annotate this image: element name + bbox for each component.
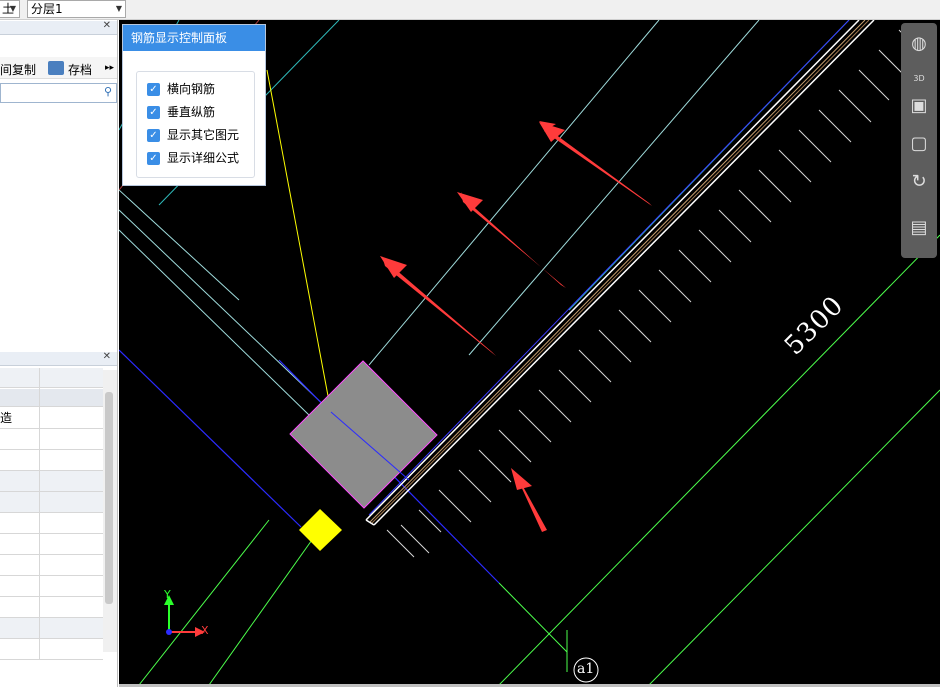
type-select[interactable]: 土 ▼ [0, 0, 20, 18]
property-grid: 造 [0, 368, 117, 668]
control-panel-title: 钢筋显示控制面板 [123, 25, 265, 51]
rebar-display-control-panel: 钢筋显示控制面板 ✓ 横向钢筋 ✓ 垂直纵筋 ✓ 显示其它图元 ✓ 显示详细公式 [122, 24, 266, 186]
table-row[interactable]: 造 [0, 408, 103, 429]
top-toolbar: 土 ▼ 分层1 ▼ [0, 0, 940, 20]
option-show-detailed-formula[interactable]: ✓ 显示详细公式 [147, 150, 239, 166]
table-row[interactable] [0, 471, 103, 492]
grid-header-2 [0, 389, 103, 410]
option-vertical-rebar[interactable]: ✓ 垂直纵筋 [147, 104, 215, 120]
axis-label: a1 [577, 661, 595, 677]
layout-icon[interactable]: ▤ [905, 215, 933, 241]
floor-select-value: 分层1 [31, 2, 63, 16]
column-section [289, 360, 438, 509]
table-row[interactable] [0, 534, 103, 555]
copy-button[interactable]: 间复制 [0, 61, 36, 78]
floor-select[interactable]: 分层1 ▼ [27, 0, 126, 18]
table-row[interactable] [0, 555, 103, 576]
chevron-down-icon: ▼ [9, 4, 16, 13]
grid-scrollbar-thumb[interactable] [105, 392, 113, 604]
table-row[interactable] [0, 576, 103, 597]
table-row[interactable] [0, 429, 103, 450]
rotate-icon[interactable]: ↻ [905, 169, 933, 195]
option-show-other-elements[interactable]: ✓ 显示其它图元 [147, 127, 239, 143]
search-icon[interactable]: ⚲ [104, 85, 112, 98]
chevron-down-icon: ▼ [115, 4, 122, 13]
panel-header-bottom: ✕ [0, 351, 117, 366]
component-toolbar: 间复制 存档 ▸▸ [0, 57, 117, 79]
close-icon[interactable]: ✕ [103, 351, 111, 362]
checkbox-checked-icon[interactable]: ✓ [147, 129, 160, 142]
checkbox-checked-icon[interactable]: ✓ [147, 152, 160, 165]
marker-square [299, 509, 342, 551]
table-row[interactable] [0, 450, 103, 471]
control-options-box: ✓ 横向钢筋 ✓ 垂直纵筋 ✓ 显示其它图元 ✓ 显示详细公式 [136, 71, 255, 178]
3d-cube-icon[interactable]: 3D [905, 63, 933, 89]
more-icon[interactable]: ▸▸ [105, 63, 114, 73]
panel-header-top: ✕ [0, 20, 117, 35]
table-row[interactable] [0, 618, 103, 639]
hatch-lines [386, 29, 920, 558]
left-panel: ✕ 间复制 存档 ▸▸ ⚲ ✕ 造 [0, 20, 118, 687]
cube-side-icon[interactable]: ▢ [905, 131, 933, 157]
view-toolbar: ◍ 3D ▣ ▢ ↻ ▤ [901, 23, 937, 258]
save-icon [48, 61, 64, 75]
checkbox-checked-icon[interactable]: ✓ [147, 106, 160, 119]
close-icon[interactable]: ✕ [103, 20, 111, 31]
table-row[interactable] [0, 639, 103, 660]
save-button[interactable]: 存档 [68, 61, 92, 78]
y-axis-label: Y [164, 588, 171, 601]
table-row[interactable] [0, 492, 103, 513]
table-row[interactable] [0, 597, 103, 618]
option-horizontal-rebar[interactable]: ✓ 横向钢筋 [147, 81, 215, 97]
search-input[interactable]: ⚲ [0, 83, 117, 103]
checkbox-checked-icon[interactable]: ✓ [147, 83, 160, 96]
grid-header [0, 368, 103, 389]
sphere-icon[interactable]: ◍ [905, 31, 933, 57]
cube-front-icon[interactable]: ▣ [905, 93, 933, 119]
x-axis-label: X [201, 624, 209, 637]
table-row[interactable] [0, 513, 103, 534]
